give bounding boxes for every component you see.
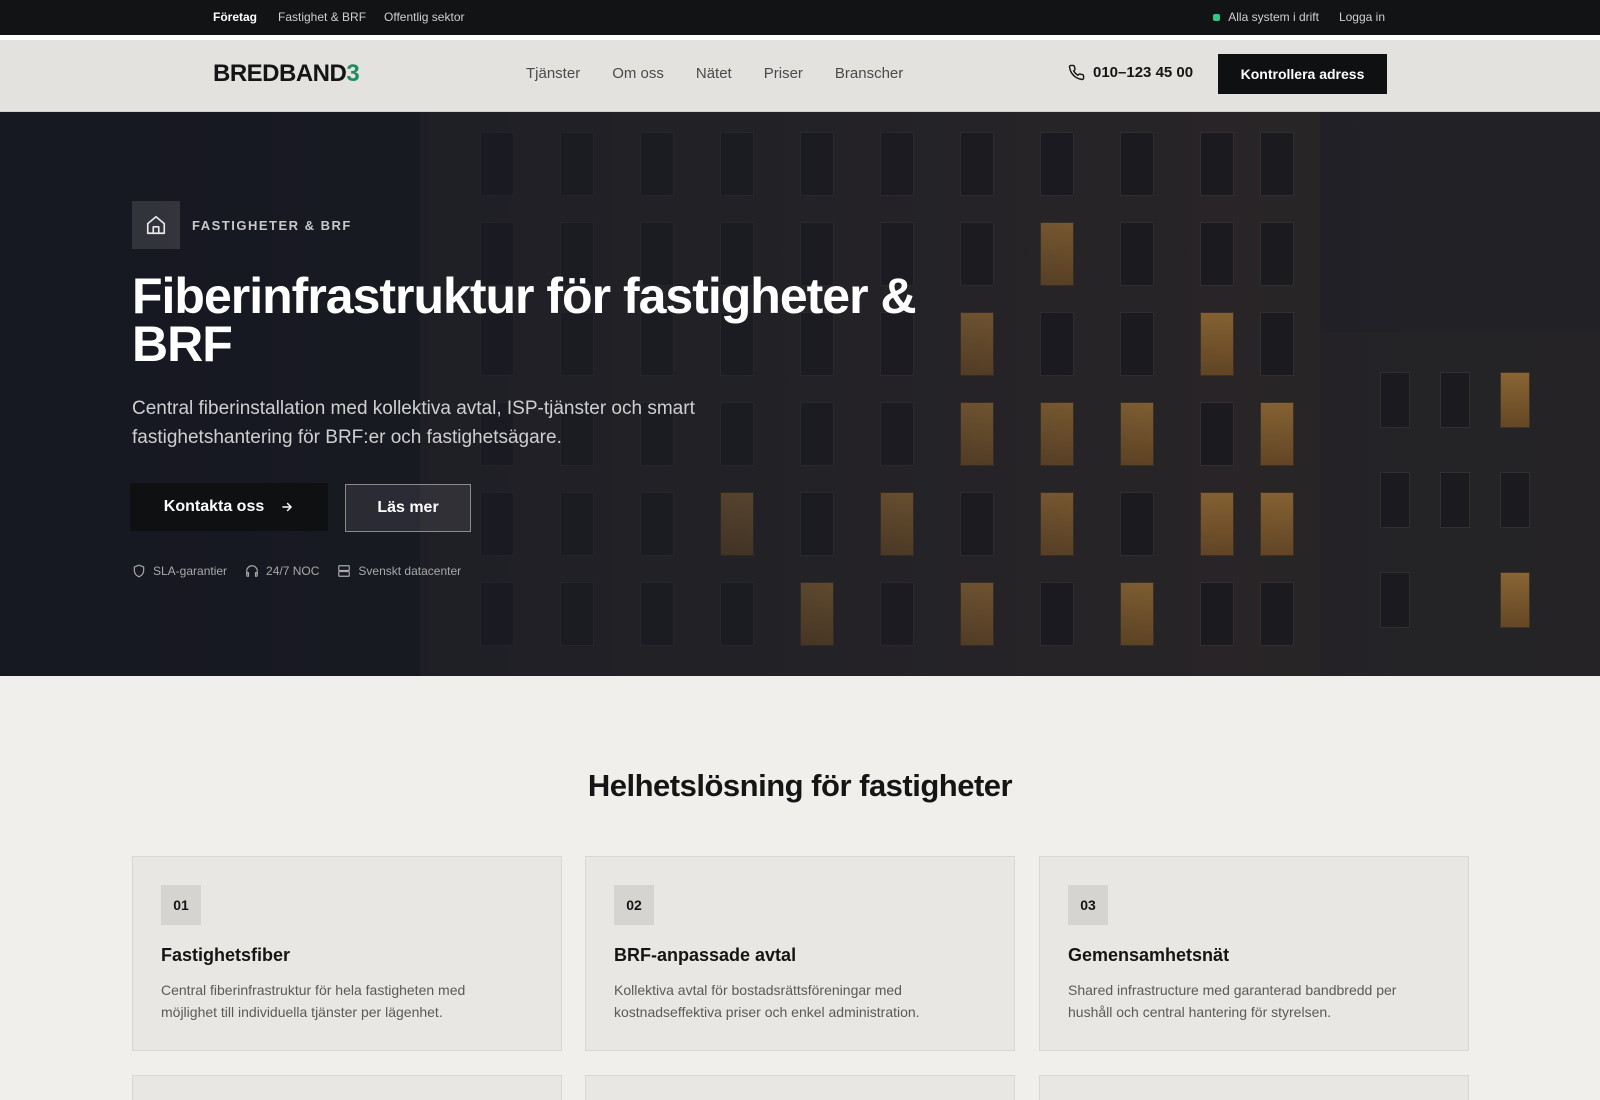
card-title: BRF-anpassade avtal	[614, 945, 797, 965]
hero-features: SLA-garantier 24/7 NOC Svenskt datacente…	[132, 564, 461, 578]
main-nav: Tjänster Om oss Nätet Priser Branscher	[526, 65, 903, 82]
service-card[interactable]: 01 Fastighetsfiber Central fiberinfrastr…	[132, 856, 562, 1051]
section-title: Helhetslösning för fastigheter	[587, 768, 1013, 803]
contact-button[interactable]: Kontakta oss	[130, 483, 328, 531]
status-dot-icon	[1213, 13, 1221, 21]
check-address-button[interactable]: Kontrollera adress	[1218, 54, 1387, 94]
hero-tag: FASTIGHETER & BRF	[132, 201, 352, 249]
feature-sla-label: SLA-garantier	[153, 564, 228, 578]
read-more-button[interactable]: Läs mer	[345, 484, 471, 532]
nav-item-natet[interactable]: Nätet	[696, 65, 732, 82]
feature-noc-label: 24/7 NOC	[266, 564, 320, 578]
feature-noc: 24/7 NOC	[245, 564, 319, 578]
server-icon	[338, 565, 351, 577]
hero-tag-label: FASTIGHETER & BRF	[192, 217, 352, 233]
system-status: Alla system i drift	[1213, 10, 1319, 24]
service-card-partial[interactable]	[585, 1075, 1015, 1100]
main-header: BREDBAND3 Tjänster Om oss Nätet Priser B…	[0, 40, 1600, 112]
headphones-icon	[246, 565, 258, 577]
hero-section: FASTIGHETER & BRF Fiberinfrastruktur för…	[0, 112, 1600, 676]
feature-sla: SLA-garantier	[132, 564, 227, 578]
login-link[interactable]: Logga in	[1339, 10, 1385, 24]
phone-number: 010–123 45 00	[1093, 64, 1194, 81]
card-description: Shared infrastructure med garanterad ban…	[1068, 982, 1397, 1020]
hero-subtitle: Central fiberinstallation med kollektiva…	[132, 398, 695, 448]
card-description: Kollektiva avtal för bostadsrättsförenin…	[614, 982, 920, 1020]
nav-item-tjanster[interactable]: Tjänster	[526, 65, 580, 82]
contact-button-label: Kontakta oss	[163, 498, 265, 515]
service-card-partial[interactable]	[1039, 1075, 1469, 1100]
shield-icon	[133, 564, 145, 578]
segment-offentlig-sektor[interactable]: Offentlig sektor	[384, 10, 464, 24]
arrow-right-icon	[282, 502, 293, 512]
segment-fastighet-brf[interactable]: Fastighet & BRF	[278, 10, 366, 24]
card-number: 01	[161, 885, 201, 925]
phone-icon	[1068, 64, 1085, 81]
utility-bar: Företag Fastighet & BRF Offentlig sektor…	[0, 0, 1600, 35]
card-number: 03	[1068, 885, 1108, 925]
hero-title: Fiberinfrastruktur för fastigheter & BRF	[132, 268, 917, 372]
segment-foretag[interactable]: Företag	[213, 10, 257, 24]
card-title: Fastighetsfiber	[161, 945, 291, 965]
logo[interactable]: BREDBAND3	[213, 60, 360, 88]
service-card-partial[interactable]	[132, 1075, 562, 1100]
logo-text: BREDBAND	[213, 60, 347, 87]
service-card[interactable]: 02 BRF-anpassade avtal Kollektiva avtal …	[585, 856, 1015, 1051]
nav-item-branscher[interactable]: Branscher	[835, 65, 903, 82]
utility-right: Alla system i drift Logga in	[1213, 10, 1385, 24]
logo-accent: 3	[346, 60, 360, 87]
nav-item-om-oss[interactable]: Om oss	[612, 65, 664, 82]
home-icon	[132, 201, 180, 249]
card-number: 02	[614, 885, 654, 925]
card-title: Gemensamhetsnät	[1068, 945, 1230, 965]
nav-item-priser[interactable]: Priser	[764, 65, 803, 82]
status-text: Alla system i drift	[1228, 10, 1319, 24]
feature-datacenter-label: Svenskt datacenter	[358, 564, 462, 578]
card-description: Central fiberinfrastruktur för hela fast…	[161, 982, 466, 1020]
feature-datacenter: Svenskt datacenter	[337, 564, 461, 578]
service-card[interactable]: 03 Gemensamhetsnät Shared infrastructure…	[1039, 856, 1469, 1051]
phone-link[interactable]: 010–123 45 00	[1068, 64, 1193, 81]
